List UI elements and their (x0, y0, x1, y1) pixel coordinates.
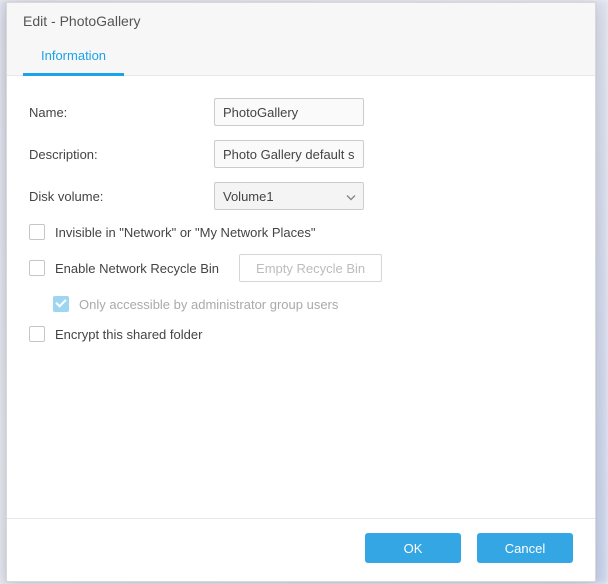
row-disk-volume: Disk volume: (29, 182, 573, 210)
empty-recycle-button: Empty Recycle Bin (239, 254, 382, 282)
row-invisible: Invisible in "Network" or "My Network Pl… (29, 224, 573, 240)
row-recycle: Enable Network Recycle Bin Empty Recycle… (29, 254, 573, 282)
admin-only-label: Only accessible by administrator group u… (79, 297, 338, 312)
invisible-label: Invisible in "Network" or "My Network Pl… (55, 225, 315, 240)
description-input[interactable] (214, 140, 364, 168)
disk-volume-select-wrap (214, 182, 364, 210)
dialog-title: Edit - PhotoGallery (23, 13, 579, 39)
name-input[interactable] (214, 98, 364, 126)
titlebar: Edit - PhotoGallery Information (7, 3, 595, 76)
disk-volume-select[interactable] (214, 182, 364, 210)
recycle-label: Enable Network Recycle Bin (55, 261, 219, 276)
tab-information[interactable]: Information (23, 40, 124, 76)
encrypt-checkbox[interactable] (29, 326, 45, 342)
invisible-checkbox[interactable] (29, 224, 45, 240)
cancel-button[interactable]: Cancel (477, 533, 573, 563)
dialog-footer: OK Cancel (7, 518, 595, 581)
admin-only-checkbox (53, 296, 69, 312)
row-admin-only: Only accessible by administrator group u… (53, 296, 573, 312)
edit-dialog: Edit - PhotoGallery Information Name: De… (6, 2, 596, 582)
disk-volume-label: Disk volume: (29, 189, 214, 204)
row-description: Description: (29, 140, 573, 168)
name-label: Name: (29, 105, 214, 120)
recycle-checkbox[interactable] (29, 260, 45, 276)
tab-bar: Information (23, 39, 579, 75)
description-label: Description: (29, 147, 214, 162)
row-name: Name: (29, 98, 573, 126)
encrypt-label: Encrypt this shared folder (55, 327, 202, 342)
row-encrypt: Encrypt this shared folder (29, 326, 573, 342)
ok-button[interactable]: OK (365, 533, 461, 563)
dialog-content: Name: Description: Disk volume: Invisibl… (7, 76, 595, 518)
